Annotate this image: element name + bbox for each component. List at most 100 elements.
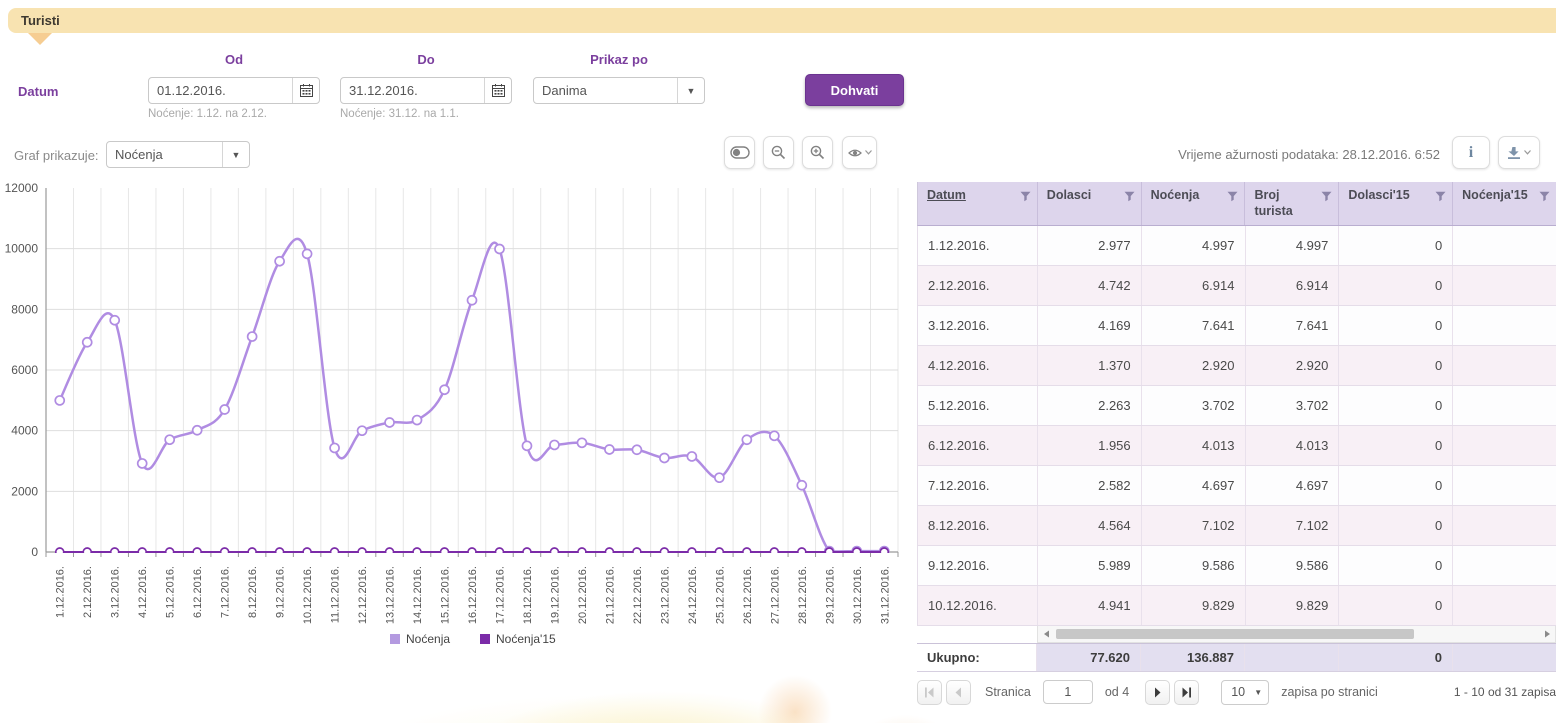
horizontal-scrollbar[interactable]	[1037, 626, 1556, 643]
dropdown-arrow-icon[interactable]: ▼	[222, 142, 249, 167]
legend-swatch-0	[390, 634, 400, 644]
filter-icon[interactable]	[1321, 191, 1332, 202]
totals-cell: 77.620	[1037, 644, 1141, 671]
filter-icon[interactable]	[1020, 191, 1031, 202]
column-header-label: Dolasci'15	[1348, 188, 1409, 202]
table-cell: 9.829	[1246, 586, 1340, 625]
table-cell: 4.564	[1038, 506, 1142, 545]
table-cell: 7.641	[1246, 306, 1340, 345]
panel-titlebar[interactable]: Turisti	[8, 8, 1556, 33]
table-cell: 4.742	[1038, 266, 1142, 305]
first-page-button[interactable]	[917, 680, 942, 705]
svg-text:10000: 10000	[5, 242, 39, 256]
totals-cell	[1453, 644, 1556, 671]
prikaz-po-select[interactable]: Danima ▼	[533, 77, 705, 104]
filter-icon[interactable]	[1124, 191, 1135, 202]
page-number-input[interactable]	[1043, 680, 1093, 704]
filter-icon[interactable]	[1227, 191, 1238, 202]
scroll-left-icon[interactable]	[1038, 626, 1054, 642]
table-cell: 0	[1339, 506, 1453, 545]
table-row[interactable]: 1.12.2016.2.9774.9974.9970	[917, 226, 1556, 266]
svg-text:12000: 12000	[5, 182, 39, 195]
page-title: Turisti	[21, 13, 60, 28]
column-header-label: Datum	[927, 188, 966, 202]
svg-text:19.12.2016.: 19.12.2016.	[549, 566, 561, 624]
page-size-select[interactable]: 10 ▼	[1221, 680, 1269, 705]
table-cell	[1453, 346, 1556, 385]
table-row[interactable]: 4.12.2016.1.3702.9202.9200	[917, 346, 1556, 386]
column-header-label: Noćenja	[1151, 188, 1200, 202]
zoom-out-button[interactable]	[763, 136, 794, 169]
svg-text:3.12.2016.: 3.12.2016.	[110, 566, 122, 618]
table-row[interactable]: 7.12.2016.2.5824.6974.6970	[917, 466, 1556, 506]
page-size-label: zapisa po stranici	[1281, 685, 1378, 699]
filter-icon[interactable]	[1539, 191, 1550, 202]
column-header-label: Noćenja'15	[1462, 188, 1528, 202]
graf-prikazuje-select[interactable]: Noćenja ▼	[106, 141, 250, 168]
zoom-in-button[interactable]	[802, 136, 833, 169]
column-header-0[interactable]: Datum	[918, 182, 1038, 225]
column-header-5[interactable]: Noćenja'15	[1453, 182, 1556, 225]
table-cell: 2.977	[1038, 226, 1142, 265]
dohvati-button[interactable]: Dohvati	[805, 74, 904, 106]
table-cell	[1453, 306, 1556, 345]
date-from-field[interactable]	[148, 77, 320, 104]
svg-text:18.12.2016.: 18.12.2016.	[522, 566, 534, 624]
table-row[interactable]: 8.12.2016.4.5647.1027.1020	[917, 506, 1556, 546]
svg-text:16.12.2016.: 16.12.2016.	[467, 566, 479, 624]
toggle-pan-button[interactable]	[724, 136, 755, 169]
filter-icon[interactable]	[1435, 191, 1446, 202]
svg-text:31.12.2016.: 31.12.2016.	[879, 566, 891, 624]
table-cell: 4.12.2016.	[918, 346, 1038, 385]
scrollbar-thumb[interactable]	[1056, 629, 1414, 639]
series-visibility-button[interactable]	[842, 136, 877, 169]
column-header-2[interactable]: Noćenja	[1142, 182, 1246, 225]
svg-text:15.12.2016.: 15.12.2016.	[440, 566, 452, 624]
column-header-label: Dolasci	[1047, 188, 1091, 202]
svg-text:30.12.2016.: 30.12.2016.	[852, 566, 864, 624]
table-cell: 0	[1339, 466, 1453, 505]
chevron-down-icon	[865, 150, 872, 155]
svg-text:1.12.2016.: 1.12.2016.	[55, 566, 67, 618]
prev-page-button[interactable]	[946, 680, 971, 705]
table-cell: 3.12.2016.	[918, 306, 1038, 345]
zoom-in-icon	[810, 145, 825, 160]
svg-text:8.12.2016.: 8.12.2016.	[247, 566, 259, 618]
calendar-icon[interactable]	[292, 78, 319, 103]
table-cell: 0	[1339, 426, 1453, 465]
line-chart[interactable]: 0200040006000800010000120001.12.2016.2.1…	[2, 182, 907, 664]
next-page-icon	[1152, 687, 1163, 698]
svg-text:6000: 6000	[11, 363, 38, 377]
column-header-3[interactable]: Broj turista	[1245, 182, 1339, 225]
table-cell	[1453, 546, 1556, 585]
table-cell: 4.941	[1038, 586, 1142, 625]
stranica-label: Stranica	[985, 685, 1031, 699]
column-header-4[interactable]: Dolasci'15	[1339, 182, 1453, 225]
svg-text:8000: 8000	[11, 302, 38, 316]
next-page-button[interactable]	[1145, 680, 1170, 705]
table-row[interactable]: 6.12.2016.1.9564.0134.0130	[917, 426, 1556, 466]
export-button[interactable]	[1498, 136, 1540, 169]
data-grid: Datum Dolasci Noćenja Broj turista Dolasci'1…	[917, 182, 1556, 672]
dropdown-arrow-icon[interactable]: ▼	[677, 78, 704, 103]
table-row[interactable]: 2.12.2016.4.7426.9146.9140	[917, 266, 1556, 306]
svg-text:11.12.2016.: 11.12.2016.	[330, 566, 342, 623]
last-page-button[interactable]	[1174, 680, 1199, 705]
table-cell: 2.920	[1142, 346, 1246, 385]
calendar-icon[interactable]	[484, 78, 511, 103]
dohvati-button-label: Dohvati	[831, 83, 879, 98]
scroll-right-icon[interactable]	[1539, 626, 1555, 642]
column-header-1[interactable]: Dolasci	[1038, 182, 1142, 225]
table-cell	[1453, 386, 1556, 425]
table-row[interactable]: 9.12.2016.5.9899.5869.5860	[917, 546, 1556, 586]
date-to-field[interactable]	[340, 77, 512, 104]
legend-label-1: Noćenja'15	[496, 632, 556, 646]
info-icon: i	[1469, 144, 1473, 162]
table-row[interactable]: 5.12.2016.2.2633.7023.7020	[917, 386, 1556, 426]
table-header-row: Datum Dolasci Noćenja Broj turista Dolasci'1…	[917, 182, 1556, 226]
info-button[interactable]: i	[1452, 136, 1490, 169]
table-row[interactable]: 10.12.2016.4.9419.8299.8290	[917, 586, 1556, 626]
svg-text:10.12.2016.: 10.12.2016.	[302, 566, 314, 624]
table-row[interactable]: 3.12.2016.4.1697.6417.6410	[917, 306, 1556, 346]
do-label: Do	[340, 52, 512, 67]
